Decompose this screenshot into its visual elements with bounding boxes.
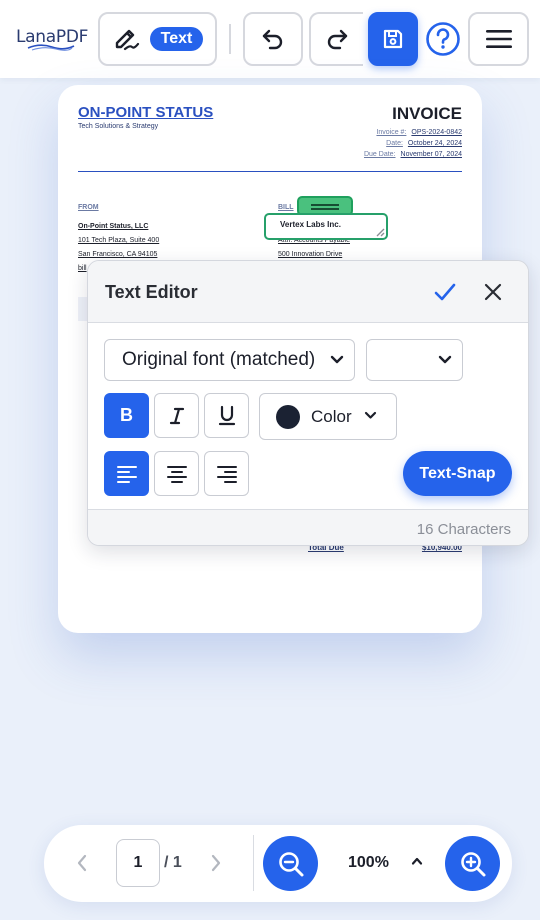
zoom-level[interactable]: 100% — [348, 854, 389, 872]
align-right-icon — [216, 465, 237, 483]
chevron-down-icon — [330, 355, 344, 364]
bill-heading: BILL — [278, 204, 294, 211]
font-size-select[interactable] — [366, 339, 463, 381]
top-toolbar: LanaPDF Text — [0, 0, 540, 78]
from-line: On-Point Status, LLC — [78, 223, 149, 230]
align-center-button[interactable] — [154, 451, 199, 496]
meta-row: Date: October 24, 2024 — [386, 140, 462, 147]
text-tool-button[interactable]: Text — [98, 12, 217, 66]
from-line: 101 Tech Plaza, Suite 400 — [78, 237, 160, 244]
edit-box-text: Vertex Labs Inc. — [280, 220, 341, 229]
header-rule — [78, 171, 462, 172]
color-swatch — [276, 405, 300, 429]
grip-line — [311, 204, 339, 206]
zoom-in-button[interactable] — [445, 836, 500, 891]
pen-icon — [115, 29, 139, 51]
chevron-left-icon[interactable] — [76, 854, 88, 872]
chevron-down-icon — [438, 355, 452, 364]
bold-label: B — [120, 405, 133, 425]
italic-button[interactable] — [154, 393, 199, 438]
editor-title: Text Editor — [105, 282, 198, 302]
text-editor-panel: Text Editor Original font (matched) B Co… — [87, 260, 529, 546]
italic-icon — [169, 407, 184, 424]
bold-button[interactable]: B — [104, 393, 149, 438]
align-left-button[interactable] — [104, 451, 149, 496]
close-icon[interactable] — [483, 282, 503, 302]
help-icon[interactable] — [425, 21, 461, 57]
save-icon — [383, 29, 403, 49]
zoom-out-button[interactable] — [263, 836, 318, 891]
redo-button[interactable] — [309, 12, 363, 66]
toolbar-divider — [229, 24, 231, 54]
confirm-check-icon[interactable] — [433, 281, 457, 303]
document-title: INVOICE — [392, 104, 462, 123]
text-tool-label: Text — [149, 27, 204, 51]
company-name: ON-POINT STATUS — [78, 104, 214, 121]
undo-button[interactable] — [243, 12, 303, 66]
editor-header: Text Editor — [88, 261, 528, 323]
save-button[interactable] — [368, 12, 418, 66]
text-edit-box[interactable]: Vertex Labs Inc. — [264, 213, 388, 240]
align-center-icon — [166, 465, 187, 483]
menu-icon — [485, 30, 512, 48]
from-heading: FROM — [78, 204, 99, 211]
page-navigator: 1 / 1 100% — [44, 825, 512, 902]
page-total: / 1 — [164, 854, 182, 871]
pager-divider — [253, 835, 254, 891]
chevron-down-icon — [364, 411, 377, 419]
undo-icon — [262, 29, 283, 50]
meta-row: Due Date: November 07, 2024 — [363, 151, 462, 158]
align-left-icon — [116, 465, 137, 483]
text-snap-button[interactable]: Text-Snap — [403, 451, 512, 496]
chevron-right-icon[interactable] — [210, 854, 222, 872]
page-number-input[interactable]: 1 — [116, 839, 160, 887]
meta-row: Invoice #: OPS-2024-0842 — [376, 129, 462, 136]
editor-footer: 16 Characters — [88, 509, 528, 545]
font-select[interactable]: Original font (matched) — [104, 339, 355, 381]
menu-button[interactable] — [468, 12, 529, 66]
logo-swoosh-icon — [27, 44, 75, 51]
grip-line — [311, 208, 339, 210]
chevron-up-icon[interactable] — [411, 856, 423, 866]
redo-icon — [327, 29, 348, 50]
font-select-value: Original font (matched) — [122, 349, 316, 370]
underline-icon — [218, 405, 235, 425]
color-picker-button[interactable]: Color — [259, 393, 397, 440]
resize-grip-icon[interactable] — [375, 227, 385, 237]
underline-button[interactable] — [204, 393, 249, 438]
app-logo[interactable]: LanaPDF — [16, 24, 90, 54]
company-tagline: Tech Solutions & Strategy — [78, 123, 159, 130]
zoom-out-icon — [278, 851, 303, 876]
zoom-in-icon — [460, 851, 485, 876]
invoice-meta: Invoice #: OPS-2024-0842 Date: October 24,… — [364, 127, 462, 160]
color-label: Color — [311, 407, 352, 426]
character-count: 16 Characters — [416, 521, 511, 538]
align-right-button[interactable] — [204, 451, 249, 496]
